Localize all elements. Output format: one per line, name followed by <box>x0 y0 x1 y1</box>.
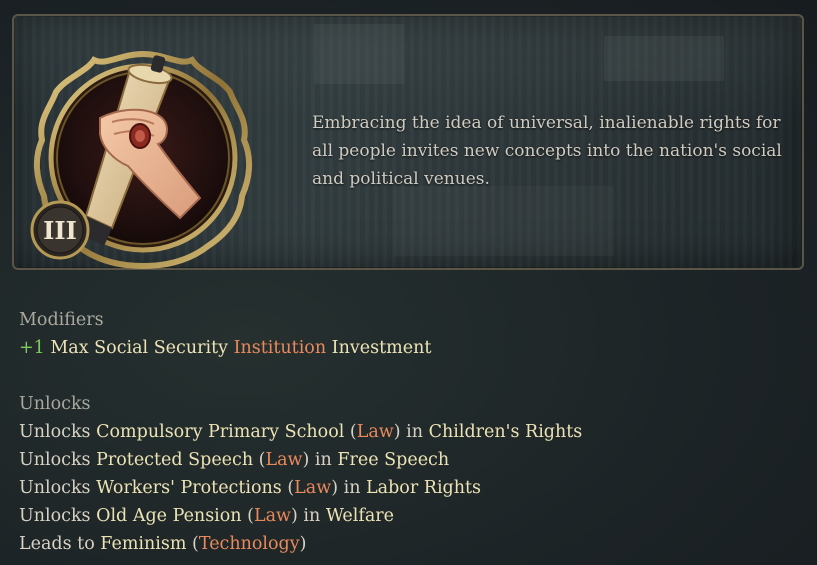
leads-to-line: Leads to Feminism (Technology) <box>19 530 809 558</box>
modifier-text-b: Investment <box>326 338 432 358</box>
modifier-text-a: Max Social Security <box>50 338 234 358</box>
tech-link[interactable]: Feminism <box>100 534 186 554</box>
modifier-line: +1 Max Social Security Institution Inves… <box>19 334 809 362</box>
unlock-line: Unlocks Compulsory Primary School (Law) … <box>19 418 809 446</box>
institution-link[interactable]: Institution <box>234 338 327 358</box>
unlock-law-link[interactable]: Old Age Pension <box>96 506 241 526</box>
unlock-prefix: Unlocks <box>19 506 97 526</box>
unlock-line: Unlocks Workers' Protections (Law) in La… <box>19 474 809 502</box>
tier-badge-label: III <box>43 216 77 245</box>
desk-decor <box>394 186 614 256</box>
law-group-link[interactable]: Welfare <box>326 506 394 526</box>
law-type-link[interactable]: Law <box>254 506 291 526</box>
paren-close-in: ) in <box>393 422 429 442</box>
bookshelf-decor <box>314 24 404 84</box>
paren-close-in: ) in <box>331 478 367 498</box>
unlock-prefix: Unlocks <box>19 478 97 498</box>
law-group-link[interactable]: Children's Rights <box>429 422 583 442</box>
unlock-law-link[interactable]: Protected Speech <box>96 450 253 470</box>
law-type-link[interactable]: Law <box>294 478 331 498</box>
modifiers-heading: Modifiers <box>19 310 104 330</box>
paren-close-in: ) in <box>302 450 338 470</box>
law-type-link[interactable]: Law <box>266 450 303 470</box>
bookshelf-decor <box>604 36 724 81</box>
unlock-law-link[interactable]: Workers' Protections <box>96 478 282 498</box>
unlocks-heading: Unlocks <box>19 394 91 414</box>
unlock-prefix: Unlocks <box>19 450 97 470</box>
leads-prefix: Leads to <box>19 534 101 554</box>
modifier-value: +1 <box>19 338 45 358</box>
unlock-line: Unlocks Protected Speech (Law) in Free S… <box>19 446 809 474</box>
paren-open: ( <box>186 534 199 554</box>
paren-open: ( <box>344 422 357 442</box>
tech-medallion: III <box>30 50 252 270</box>
tech-description: Embracing the idea of universal, inalien… <box>312 113 782 189</box>
law-type-link[interactable]: Law <box>357 422 394 442</box>
law-group-link[interactable]: Free Speech <box>337 450 449 470</box>
paren-open: ( <box>241 506 254 526</box>
paren-close-in: ) in <box>291 506 326 526</box>
tooltip-body: Modifiers +1 Max Social Security Institu… <box>19 306 809 558</box>
paren-open: ( <box>281 478 295 498</box>
tech-type-link[interactable]: Technology <box>199 534 300 554</box>
law-group-link[interactable]: Labor Rights <box>366 478 481 498</box>
unlock-prefix: Unlocks <box>19 422 97 442</box>
paren-open: ( <box>253 450 266 470</box>
unlock-line: Unlocks Old Age Pension (Law) in Welfare <box>19 502 809 530</box>
unlock-law-link[interactable]: Compulsory Primary School <box>96 422 344 442</box>
paren-close: ) <box>299 534 307 554</box>
